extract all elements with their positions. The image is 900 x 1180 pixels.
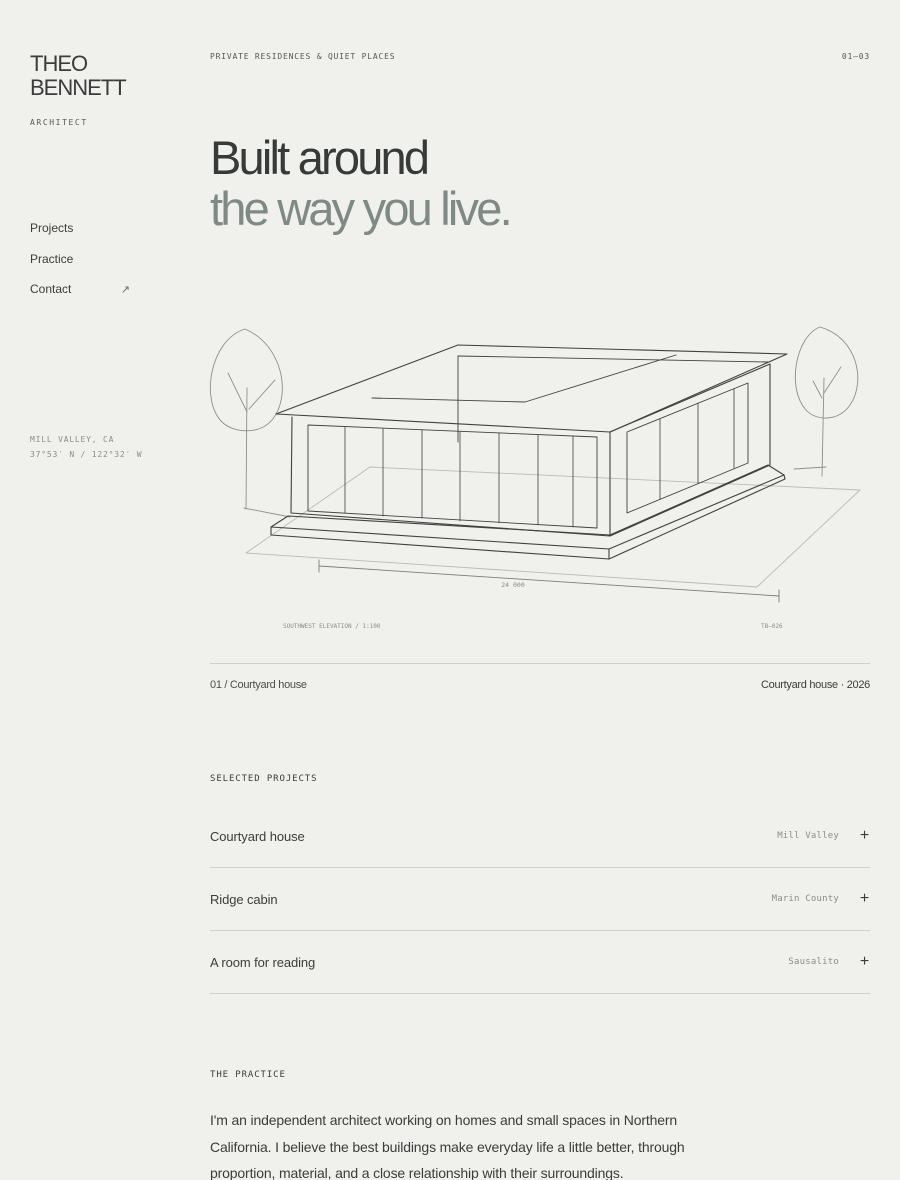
house-volume bbox=[270, 344, 788, 560]
page-eyebrow: PRIVATE RESIDENCES & QUIET PLACES bbox=[210, 52, 396, 61]
project-location: Sausalito bbox=[788, 957, 839, 967]
sheet-code: TB—026 bbox=[761, 623, 783, 630]
brand-name-first: THEO bbox=[30, 51, 88, 76]
plus-icon[interactable]: + bbox=[859, 828, 870, 844]
dimension-line bbox=[318, 559, 780, 603]
elevation-label: SOUTHWEST ELEVATION / 1:100 bbox=[283, 623, 381, 630]
project-location: Mill Valley bbox=[777, 831, 839, 841]
brand-role: ARCHITECT bbox=[30, 118, 88, 127]
ground-plane bbox=[245, 466, 861, 588]
nav-item-contact[interactable]: Contact ↗ bbox=[30, 274, 130, 305]
project-name: Courtyard house bbox=[210, 828, 305, 844]
nav-item-label: Contact bbox=[30, 282, 72, 297]
location-city: MILL VALLEY, CA bbox=[30, 435, 115, 444]
location-block: MILL VALLEY, CA 37°53′ N / 122°32′ W bbox=[30, 432, 142, 462]
main-nav: Projects Practice Contact ↗ bbox=[30, 213, 130, 305]
plus-icon[interactable]: + bbox=[859, 954, 870, 970]
project-caption: Courtyard house · 2026 bbox=[761, 679, 870, 691]
practice-section-label: THE PRACTICE bbox=[210, 1070, 286, 1080]
nav-item-practice[interactable]: Practice bbox=[30, 244, 130, 275]
project-row-room-for-reading[interactable]: A room for reading Sausalito + bbox=[210, 931, 870, 994]
project-name: A room for reading bbox=[210, 954, 316, 970]
house-elevation-drawing: 24 000 SOUTHWEST ELEVATION / 1:100 TB—02… bbox=[0, 0, 900, 660]
nav-item-label: Practice bbox=[30, 251, 74, 266]
tree-left-icon bbox=[209, 328, 291, 518]
slide-pager: 01—03 bbox=[841, 52, 870, 61]
hero-line-2: the way you live. bbox=[210, 182, 513, 235]
location-coords: 37°53′ N / 122°32′ W bbox=[30, 450, 143, 459]
project-name: Ridge cabin bbox=[210, 891, 278, 907]
project-row-courtyard-house[interactable]: Courtyard house Mill Valley + bbox=[210, 805, 870, 868]
hero-heading: Built around the way you live. bbox=[210, 131, 513, 235]
projects-list: Courtyard house Mill Valley + Ridge cabi… bbox=[210, 805, 870, 994]
brand-logo[interactable]: THEO BENNETT bbox=[30, 51, 127, 100]
tree-right-icon bbox=[793, 326, 859, 477]
nav-item-projects[interactable]: Projects bbox=[30, 213, 130, 244]
nav-item-label: Projects bbox=[30, 221, 74, 236]
caption-divider bbox=[210, 663, 870, 664]
project-location: Marin County bbox=[771, 894, 839, 904]
project-row-ridge-cabin[interactable]: Ridge cabin Marin County + bbox=[210, 868, 870, 931]
dimension-label: 24 000 bbox=[501, 581, 525, 589]
projects-section-label: SELECTED PROJECTS bbox=[210, 774, 318, 784]
plus-icon[interactable]: + bbox=[859, 891, 870, 907]
practice-description: I'm an independent architect working on … bbox=[210, 1112, 685, 1180]
arrow-up-right-icon: ↗ bbox=[120, 283, 130, 296]
brand-name-last: BENNETT bbox=[30, 75, 127, 100]
slide-caption: 01 / Courtyard house bbox=[210, 679, 307, 691]
hero-line-1: Built around bbox=[210, 131, 430, 184]
